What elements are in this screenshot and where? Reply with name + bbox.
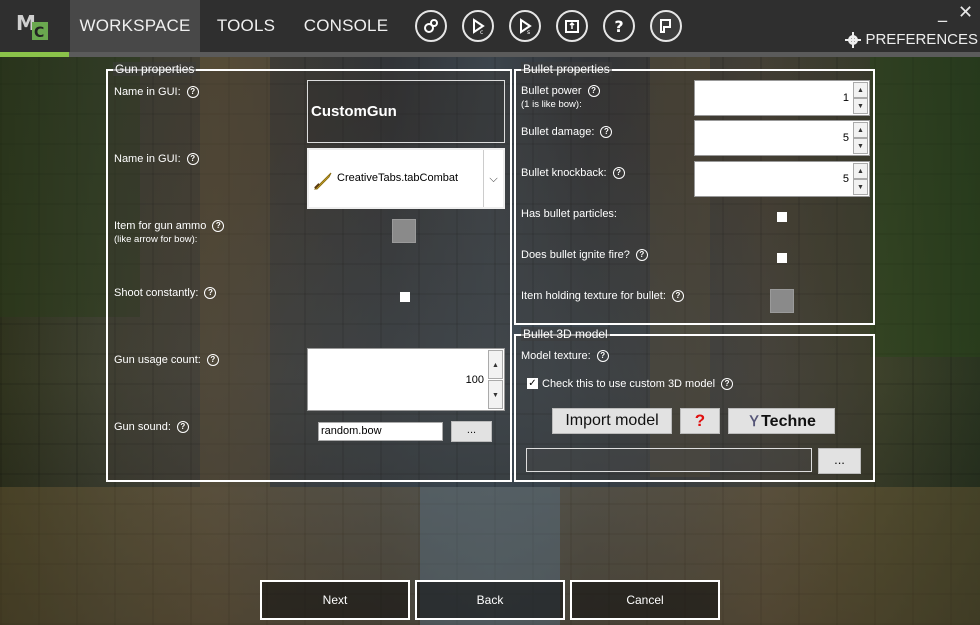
usage-count-value: 100 xyxy=(465,373,484,386)
gear-icon xyxy=(845,31,862,48)
creative-tab-value: CreativeTabs.tabCombat xyxy=(337,172,459,184)
bullet-particles-checkbox[interactable] xyxy=(777,212,787,222)
bullet-power-spinner[interactable]: 1 ▲ ▼ xyxy=(694,80,870,116)
help-icon[interactable]: ? xyxy=(206,354,219,367)
name-in-gui-field[interactable]: CustomGun xyxy=(307,80,505,143)
svg-text:C: C xyxy=(34,25,44,41)
gun-sound-label: Gun sound:? xyxy=(114,421,189,434)
minimize-button[interactable]: _ xyxy=(938,4,947,22)
help-icon[interactable]: ? xyxy=(600,126,613,139)
bullet-fire-checkbox[interactable] xyxy=(777,253,787,263)
cancel-button[interactable]: Cancel xyxy=(570,580,720,620)
name-in-gui-label: Name in GUI:? xyxy=(114,86,199,99)
shoot-constantly-checkbox[interactable] xyxy=(400,292,410,302)
spinner-up-button[interactable]: ▲ xyxy=(853,163,868,179)
svg-text:c: c xyxy=(480,29,483,34)
custom-model-checkbox[interactable]: ✓ xyxy=(527,378,538,389)
model-file-field[interactable] xyxy=(526,448,812,472)
bullet-3d-model-legend: Bullet 3D model xyxy=(521,327,610,341)
bullet-damage-value: 5 xyxy=(842,132,849,144)
mcreator-logo: M C xyxy=(16,11,48,41)
model-browse-button[interactable]: ... xyxy=(818,448,861,474)
bullet-knockback-value: 5 xyxy=(842,173,849,185)
settings-gear-icon[interactable] xyxy=(415,10,447,42)
spinner-down-button[interactable]: ▼ xyxy=(853,138,868,154)
bullet-knockback-spinner[interactable]: 5 ▲ ▼ xyxy=(694,161,870,197)
bullet-damage-label: Bullet damage:? xyxy=(521,126,613,139)
techne-button[interactable]: ＹTechne xyxy=(728,408,835,434)
spinner-up-button[interactable]: ▲ xyxy=(853,122,868,138)
model-help-button[interactable]: ? xyxy=(680,408,720,434)
gun-sound-field[interactable]: random.bow xyxy=(318,422,443,441)
tab-console[interactable]: CONSOLE xyxy=(296,0,396,52)
bullet-knockback-label: Bullet knockback:? xyxy=(521,167,625,180)
progress-fill xyxy=(0,52,69,57)
bullet-particles-label: Has bullet particles: xyxy=(521,208,617,220)
custom-model-label: Check this to use custom 3D model? xyxy=(542,378,734,391)
help-icon[interactable]: ? xyxy=(721,378,734,391)
help-icon[interactable]: ? xyxy=(587,85,600,98)
run-server-icon[interactable]: s xyxy=(509,10,541,42)
help-icon[interactable]: ? xyxy=(176,421,189,434)
ammo-item-label: Item for gun ammo? (like arrow for bow): xyxy=(114,220,225,246)
svg-text:s: s xyxy=(527,29,530,34)
preferences-button[interactable]: PREFERENCES xyxy=(845,31,978,48)
help-icon[interactable]: ? xyxy=(596,350,609,363)
plugin-icon[interactable] xyxy=(650,10,682,42)
spinner-down-button[interactable]: ▼ xyxy=(853,98,868,114)
gun-properties-legend: Gun properties xyxy=(113,62,197,76)
preferences-label: PREFERENCES xyxy=(865,31,978,48)
spinner-up-button[interactable]: ▲ xyxy=(853,82,868,98)
import-model-button[interactable]: Import model xyxy=(552,408,672,434)
export-icon[interactable] xyxy=(556,10,588,42)
usage-count-spinner[interactable]: 100 ▲ ▼ xyxy=(307,348,505,411)
back-button[interactable]: Back xyxy=(415,580,565,620)
shoot-constantly-label: Shoot constantly:? xyxy=(114,287,217,300)
bullet-properties-legend: Bullet properties xyxy=(521,62,612,76)
help-icon[interactable]: ? xyxy=(603,10,635,42)
help-icon[interactable]: ? xyxy=(612,167,625,180)
help-icon[interactable]: ? xyxy=(204,287,217,300)
bullet-texture-label: Item holding texture for bullet:? xyxy=(521,290,684,303)
chevron-down-icon: ⌵ xyxy=(483,150,503,207)
help-icon[interactable]: ? xyxy=(186,153,199,166)
spinner-down-button[interactable]: ▼ xyxy=(488,380,503,409)
help-icon[interactable]: ? xyxy=(635,249,648,262)
bullet-damage-spinner[interactable]: 5 ▲ ▼ xyxy=(694,120,870,156)
help-icon[interactable]: ? xyxy=(212,220,225,233)
ammo-item-selector[interactable] xyxy=(392,219,416,243)
next-button[interactable]: Next xyxy=(260,580,410,620)
bullet-power-value: 1 xyxy=(842,92,849,104)
top-bar: M C WORKSPACE TOOLS CONSOLE c s ? _ ✕ PR… xyxy=(0,0,980,52)
gun-sound-browse-button[interactable]: ... xyxy=(451,421,492,442)
creative-tab-dropdown[interactable]: CreativeTabs.tabCombat ⌵ xyxy=(307,148,505,209)
sword-icon xyxy=(313,172,332,190)
progress-bar xyxy=(0,52,980,57)
creative-tab-label: Name in GUI:? xyxy=(114,153,199,166)
tab-tools[interactable]: TOOLS xyxy=(204,0,288,52)
bullet-fire-label: Does bullet ignite fire?? xyxy=(521,249,648,262)
techne-icon: Ｙ xyxy=(747,413,762,429)
spinner-up-button[interactable]: ▲ xyxy=(488,350,503,379)
tab-workspace[interactable]: WORKSPACE xyxy=(70,0,200,52)
bullet-texture-selector[interactable] xyxy=(770,289,794,313)
run-client-icon[interactable]: c xyxy=(462,10,494,42)
help-icon[interactable]: ? xyxy=(186,86,199,99)
usage-count-label: Gun usage count:? xyxy=(114,354,219,367)
close-button[interactable]: ✕ xyxy=(958,4,973,22)
bullet-power-label: Bullet power? (1 is like bow): xyxy=(521,85,600,111)
help-icon[interactable]: ? xyxy=(671,290,684,303)
spinner-down-button[interactable]: ▼ xyxy=(853,179,868,195)
model-texture-label: Model texture:? xyxy=(521,350,609,363)
